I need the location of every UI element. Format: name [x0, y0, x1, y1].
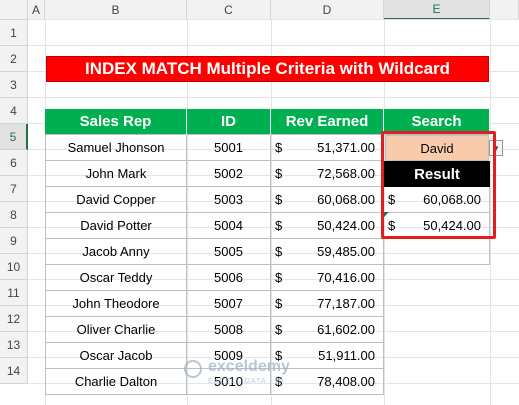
row-header[interactable]: 7 [0, 176, 28, 202]
rev-amount: 78,408.00 [317, 374, 375, 389]
currency-symbol: $ [275, 296, 283, 311]
column-header-f[interactable] [490, 0, 519, 20]
row-header[interactable]: 6 [0, 150, 28, 176]
id-cell[interactable]: 5004 [187, 213, 271, 239]
header-sales-rep[interactable]: Sales Rep [45, 109, 187, 135]
row-header[interactable]: 9 [0, 228, 28, 254]
id-cell[interactable]: 5001 [187, 135, 271, 161]
rev-earned-cell[interactable]: $59,485.00 [271, 239, 384, 265]
row-header[interactable]: 4 [0, 98, 28, 124]
currency-symbol: $ [275, 140, 283, 155]
sheet-title[interactable]: INDEX MATCH Multiple Criteria with Wildc… [46, 56, 489, 82]
row-header[interactable]: 12 [0, 306, 28, 332]
row-header[interactable]: 13 [0, 332, 28, 358]
header-id[interactable]: ID [187, 109, 271, 135]
sales-rep-cell[interactable]: Oliver Charlie [45, 317, 187, 343]
header-rev-earned[interactable]: Rev Earned [271, 109, 384, 135]
id-cell[interactable]: 5003 [187, 187, 271, 213]
column-header-d[interactable]: D [271, 0, 384, 20]
rev-earned-cell[interactable]: $60,068.00 [271, 187, 384, 213]
sales-rep-cell[interactable]: John Theodore [45, 291, 187, 317]
currency-symbol: $ [275, 244, 283, 259]
currency-symbol: $ [275, 374, 283, 389]
rev-amount: 72,568.00 [317, 166, 375, 181]
id-cell[interactable]: 5008 [187, 317, 271, 343]
column-header-a[interactable]: A [28, 0, 45, 20]
rev-amount: 61,602.00 [317, 322, 375, 337]
currency-symbol: $ [275, 166, 283, 181]
rev-amount: 60,068.00 [317, 192, 375, 207]
empty-cell[interactable] [384, 239, 490, 265]
rev-earned-cell[interactable]: $72,568.00 [271, 161, 384, 187]
id-cell[interactable]: 5006 [187, 265, 271, 291]
sales-rep-cell[interactable]: Jacob Anny [45, 239, 187, 265]
highlight-box [381, 131, 496, 239]
row-header[interactable]: 3 [0, 72, 28, 98]
row-header[interactable]: 10 [0, 254, 28, 280]
rev-earned-cell[interactable]: $61,602.00 [271, 317, 384, 343]
currency-symbol: $ [275, 192, 283, 207]
id-cell[interactable]: 5007 [187, 291, 271, 317]
rev-amount: 51,371.00 [317, 140, 375, 155]
sales-rep-cell[interactable]: Samuel Jhonson [45, 135, 187, 161]
rev-earned-cell[interactable]: $70,416.00 [271, 265, 384, 291]
sales-rep-cell[interactable]: David Potter [45, 213, 187, 239]
rev-amount: 50,424.00 [317, 218, 375, 233]
sales-rep-cell[interactable]: Oscar Jacob [45, 343, 187, 369]
currency-symbol: $ [275, 270, 283, 285]
column-header-e[interactable]: E [384, 0, 490, 20]
rev-amount: 70,416.00 [317, 270, 375, 285]
rev-earned-cell[interactable]: $78,408.00 [271, 369, 384, 395]
rev-earned-cell[interactable]: $51,911.00 [271, 343, 384, 369]
rev-earned-cell[interactable]: $77,187.00 [271, 291, 384, 317]
currency-symbol: $ [275, 322, 283, 337]
sales-rep-cell[interactable]: Charlie Dalton [45, 369, 187, 395]
row-header[interactable]: 5 [0, 124, 28, 150]
id-cell[interactable]: 5010 [187, 369, 271, 395]
rev-earned-cell[interactable]: $51,371.00 [271, 135, 384, 161]
id-cell[interactable]: 5002 [187, 161, 271, 187]
row-header[interactable]: 2 [0, 46, 28, 72]
rev-amount: 59,485.00 [317, 244, 375, 259]
id-cell[interactable]: 5009 [187, 343, 271, 369]
row-header[interactable]: 8 [0, 202, 28, 228]
id-cell[interactable]: 5005 [187, 239, 271, 265]
column-header-b[interactable]: B [45, 0, 187, 20]
row-header[interactable]: 1 [0, 20, 28, 46]
rev-amount: 77,187.00 [317, 296, 375, 311]
column-header-c[interactable]: C [187, 0, 271, 20]
currency-symbol: $ [275, 218, 283, 233]
row-header[interactable]: 11 [0, 280, 28, 306]
sales-rep-cell[interactable]: David Copper [45, 187, 187, 213]
currency-symbol: $ [275, 348, 283, 363]
row-header[interactable]: 14 [0, 358, 28, 384]
sales-rep-cell[interactable]: John Mark [45, 161, 187, 187]
sales-rep-cell[interactable]: Oscar Teddy [45, 265, 187, 291]
rev-amount: 51,911.00 [318, 348, 375, 363]
rev-earned-cell[interactable]: $50,424.00 [271, 213, 384, 239]
select-all-corner[interactable] [0, 0, 28, 20]
